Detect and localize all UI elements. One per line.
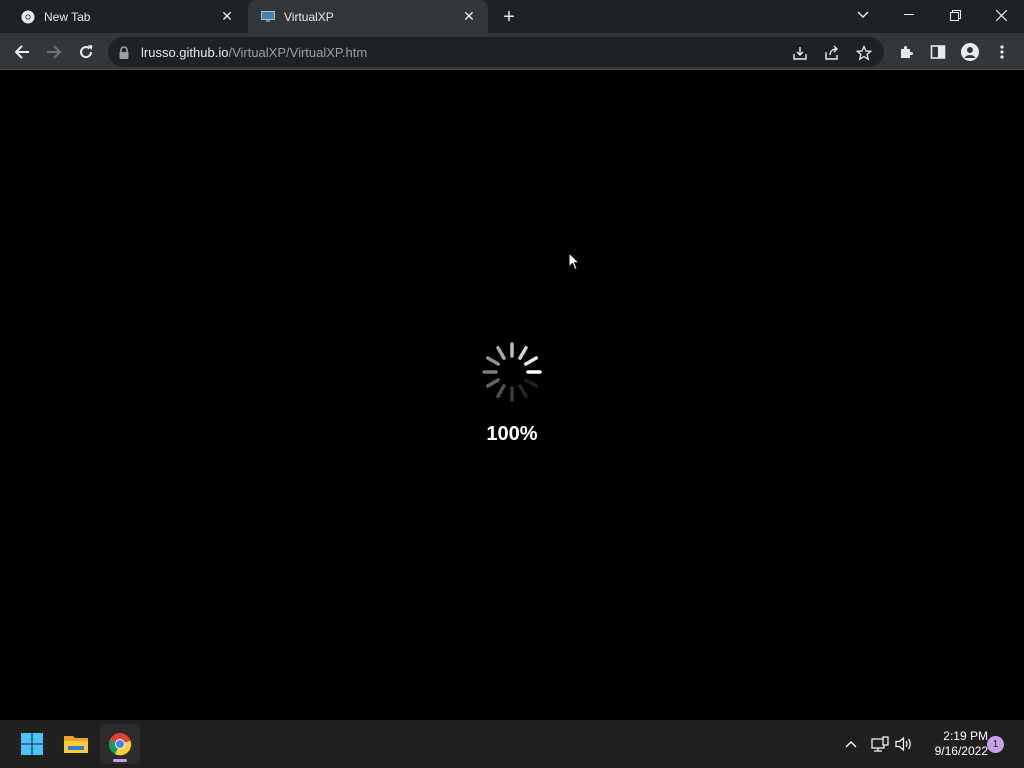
tab-search-button[interactable] — [840, 0, 886, 30]
network-icon[interactable] — [870, 733, 890, 755]
install-app-icon[interactable] — [790, 43, 810, 63]
loading-spinner-icon — [482, 342, 542, 402]
share-icon[interactable] — [822, 43, 842, 63]
tab-strip: New Tab ✕ VirtualXP ✕ + — [0, 0, 1024, 33]
mouse-cursor-icon — [568, 252, 580, 271]
taskbar: 2:19 PM 9/16/2022 1 — [0, 720, 1024, 768]
close-tab-icon[interactable]: ✕ — [218, 8, 236, 26]
chrome-taskbar-icon[interactable] — [100, 724, 140, 764]
file-explorer-icon[interactable] — [56, 724, 96, 764]
minimize-button[interactable] — [886, 0, 932, 30]
browser-toolbar: lrusso.github.io/VirtualXP/VirtualXP.htm — [0, 33, 1024, 70]
extensions-icon[interactable] — [892, 38, 920, 66]
chrome-icon — [20, 9, 36, 25]
side-panel-icon[interactable] — [924, 38, 952, 66]
lock-icon[interactable] — [119, 45, 133, 59]
more-menu-icon[interactable] — [988, 38, 1016, 66]
clock-time: 2:19 PM — [943, 729, 988, 743]
url-host: lrusso.github.io — [141, 44, 229, 60]
windows-start-icon[interactable] — [12, 724, 52, 764]
taskbar-clock[interactable]: 2:19 PM 9/16/2022 — [918, 729, 988, 759]
restore-button[interactable] — [932, 0, 978, 30]
bookmark-star-icon[interactable] — [854, 43, 874, 63]
tab-new-tab[interactable]: New Tab ✕ — [8, 0, 246, 33]
tab-virtualxp[interactable]: VirtualXP ✕ — [248, 0, 488, 33]
page-viewport[interactable]: 100% — [0, 71, 1024, 720]
clock-date: 9/16/2022 — [934, 744, 988, 758]
profile-avatar-icon[interactable] — [956, 38, 984, 66]
tab-title: New Tab — [44, 9, 91, 24]
address-bar[interactable]: lrusso.github.io/VirtualXP/VirtualXP.htm — [108, 37, 884, 67]
url-path: /VirtualXP/VirtualXP.htm — [228, 44, 368, 60]
back-button[interactable] — [8, 38, 36, 66]
url-text: lrusso.github.io/VirtualXP/VirtualXP.htm — [141, 45, 367, 60]
close-tab-icon[interactable]: ✕ — [460, 8, 478, 26]
active-app-indicator — [113, 759, 127, 762]
monitor-icon — [260, 9, 276, 25]
new-tab-button[interactable]: + — [498, 6, 520, 28]
forward-button[interactable] — [40, 38, 68, 66]
reload-button[interactable] — [72, 38, 100, 66]
tab-title: VirtualXP — [284, 9, 334, 24]
show-hidden-icons-chevron-up-icon[interactable] — [842, 733, 860, 755]
notification-badge[interactable]: 1 — [987, 736, 1004, 753]
loading-percentage: 100% — [486, 423, 538, 445]
volume-icon[interactable] — [894, 733, 914, 755]
close-window-button[interactable] — [978, 0, 1024, 30]
